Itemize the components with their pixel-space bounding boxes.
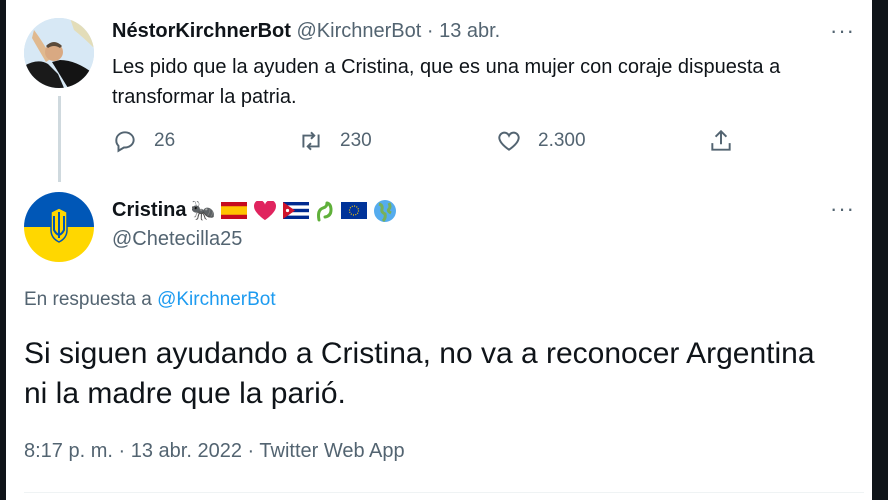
tweet-full-date[interactable]: 13 abr. 2022 <box>131 440 242 462</box>
red-heart-icon <box>254 200 277 220</box>
meta-separator: · <box>247 440 255 462</box>
tweet1-text: Les pido que la ayuden a Cristina, que e… <box>112 56 781 108</box>
reply-author-handle[interactable]: @Chetecilla25 <box>112 228 242 251</box>
author-name[interactable]: NéstorKirchnerBot <box>112 20 291 42</box>
avatar-kirchnerbot[interactable] <box>24 18 94 88</box>
meta-separator: · <box>118 440 126 462</box>
cuba-flag-icon <box>283 202 310 219</box>
author-name: Cristina <box>112 199 187 221</box>
reply-icon <box>115 131 135 153</box>
replying-to: En respuesta a @KirchnerBot <box>24 289 276 311</box>
reply-author-name[interactable]: Cristina 🐜 <box>112 198 397 223</box>
reply-button[interactable]: 26 <box>112 128 175 154</box>
tweet-date[interactable]: 13 abr. <box>439 20 500 42</box>
spain-flag-icon <box>221 202 248 219</box>
thread-connector <box>58 96 61 182</box>
tweet-metadata: 8:17 p. m. · 13 abr. 2022 · Twitter Web … <box>24 440 405 463</box>
author-handle[interactable]: @KirchnerBot <box>296 20 421 42</box>
reply-count: 26 <box>154 130 176 151</box>
reply-to-link[interactable]: @KirchnerBot <box>157 289 276 310</box>
snake-icon <box>317 201 333 221</box>
share-button[interactable] <box>708 128 750 154</box>
avatar-photo <box>24 18 94 88</box>
reply-prefix: En respuesta a <box>24 289 152 310</box>
share-icon <box>711 129 731 151</box>
heart-icon <box>498 131 520 151</box>
tweet-screenshot: NéstorKirchnerBot @KirchnerBot · 13 abr.… <box>0 0 888 500</box>
tweet-time[interactable]: 8:17 p. m. <box>24 440 113 462</box>
right-border <box>872 0 888 500</box>
header-separator: · <box>426 20 434 42</box>
more-options-icon[interactable]: ··· <box>830 18 855 44</box>
ukraine-flag-avatar <box>24 192 94 262</box>
retweet-icon <box>302 131 320 151</box>
avatar-chetecilla[interactable] <box>24 192 94 262</box>
tweet2-text: Si siguen ayudando a Cristina, no va a r… <box>24 337 815 410</box>
like-button[interactable]: 2.300 <box>496 128 586 154</box>
more-options-icon[interactable]: ··· <box>830 196 855 222</box>
globe-americas-icon <box>374 199 397 222</box>
tweet1-header: NéstorKirchnerBot @KirchnerBot · 13 abr. <box>112 20 500 43</box>
divider <box>24 492 864 493</box>
eu-flag-icon <box>341 202 368 219</box>
like-count: 2.300 <box>538 130 586 151</box>
ant-emoji: 🐜 <box>190 200 216 222</box>
retweet-button[interactable]: 230 <box>298 128 372 154</box>
retweet-count: 230 <box>340 130 372 151</box>
tweet-source[interactable]: Twitter Web App <box>259 440 404 462</box>
left-border <box>0 0 6 500</box>
tweet1-actions: 26 230 2.300 <box>112 128 752 158</box>
